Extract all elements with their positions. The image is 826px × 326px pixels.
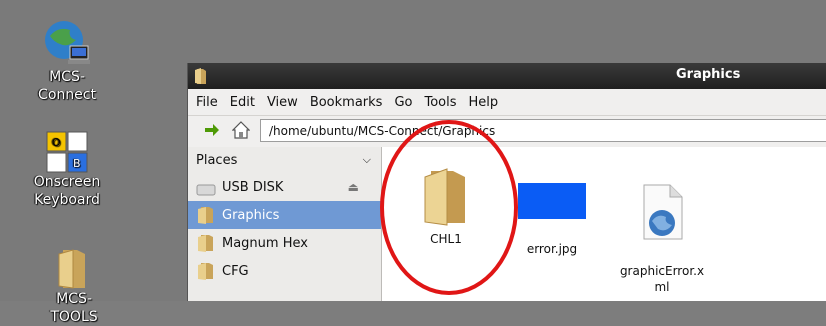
places-sidebar: Places ⌵ USB DISK ⏏ Graphics Magnum Hex	[188, 147, 382, 301]
desktop-icon-onscreen-keyboard[interactable]: O B Onscreen Keyboard	[27, 131, 107, 209]
folder-icon	[198, 235, 213, 252]
sidebar-item-label: Graphics	[222, 207, 280, 223]
menu-view[interactable]: View	[267, 95, 298, 110]
sidebar-item-cfg[interactable]: CFG	[188, 257, 381, 285]
sidebar-item-magnum-hex[interactable]: Magnum Hex	[188, 229, 381, 257]
places-header[interactable]: Places ⌵	[188, 147, 381, 173]
folder-icon	[198, 207, 213, 224]
eject-icon[interactable]: ⏏	[348, 180, 359, 194]
file-name: graphicError.x ml	[619, 264, 705, 294]
title-bar[interactable]: Graphics	[188, 63, 826, 89]
places-header-label: Places	[196, 152, 238, 168]
file-item-chl1[interactable]: CHL1	[406, 167, 486, 247]
image-icon	[518, 183, 586, 219]
home-icon[interactable]	[232, 121, 250, 139]
desktop-icon-label: Onscreen Keyboard	[33, 174, 101, 208]
menu-tools[interactable]: Tools	[424, 95, 456, 110]
drive-icon	[196, 184, 216, 196]
file-item-error-jpg[interactable]: error.jpg	[512, 183, 592, 257]
menu-go[interactable]: Go	[394, 95, 412, 110]
menu-edit[interactable]: Edit	[230, 95, 255, 110]
menu-bookmarks[interactable]: Bookmarks	[310, 95, 383, 110]
sidebar-item-usb-disk[interactable]: USB DISK ⏏	[188, 173, 381, 201]
sidebar-item-label: Magnum Hex	[222, 235, 308, 251]
folder-icon	[424, 168, 465, 226]
menu-bar: File Edit View Bookmarks Go Tools Help	[188, 89, 826, 115]
sidebar-item-label: CFG	[222, 263, 249, 279]
desktop-icon-mcs-tools[interactable]: MCS-TOOLS	[34, 246, 114, 326]
file-name: CHL1	[430, 232, 462, 246]
keyboard-icon: O B	[46, 131, 88, 173]
menu-help[interactable]: Help	[469, 95, 499, 110]
keyboard-key-b: B	[73, 157, 81, 170]
window-title: Graphics	[676, 67, 741, 82]
keyboard-key-o: O	[52, 136, 61, 149]
folder-icon	[195, 68, 206, 84]
folder-icon	[198, 263, 213, 280]
menu-file[interactable]: File	[196, 95, 218, 110]
file-name: error.jpg	[526, 242, 578, 256]
desktop-icon-mcs-connect[interactable]: MCS- Connect	[32, 18, 102, 104]
desktop-icon-label: MCS-TOOLS	[50, 291, 98, 325]
file-manager-window: Graphics File Edit View Bookmarks Go Too…	[187, 63, 826, 301]
globe-computer-icon	[45, 21, 90, 64]
sidebar-item-graphics[interactable]: Graphics	[188, 201, 381, 229]
forward-arrow-icon[interactable]	[204, 124, 220, 136]
location-path-input[interactable]: /home/ubuntu/MCS-Connect/Graphics	[260, 119, 826, 142]
file-item-graphicerror-xml[interactable]: graphicError.x ml	[614, 167, 710, 311]
xml-file-icon	[643, 184, 683, 240]
sidebar-item-label: USB DISK	[222, 179, 284, 195]
desktop-icon-label: MCS- Connect	[38, 69, 96, 103]
folder-icon	[58, 249, 85, 289]
location-bar: /home/ubuntu/MCS-Connect/Graphics	[188, 115, 826, 146]
chevron-down-icon[interactable]: ⌵	[363, 153, 371, 167]
file-view: CHL1 error.jpg graphicError.x ml	[382, 147, 826, 301]
